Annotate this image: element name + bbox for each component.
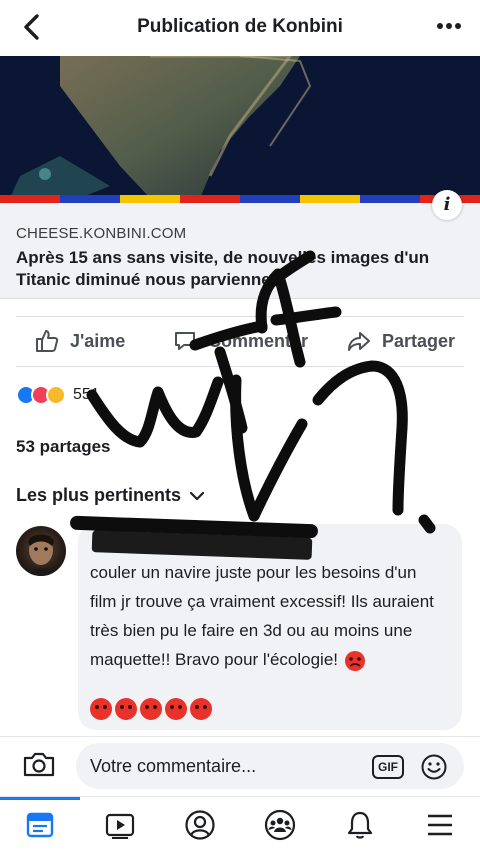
angry-face-icon	[345, 650, 366, 671]
divider	[16, 366, 464, 367]
comment-button[interactable]: Commenter	[172, 318, 308, 364]
more-options-button[interactable]	[432, 10, 466, 40]
angry-face-icon	[165, 698, 187, 720]
stripe-segment	[360, 195, 420, 203]
news-feed-icon	[26, 812, 54, 838]
divider	[16, 316, 464, 317]
comment-composer: Votre commentaire... GIF	[0, 736, 480, 792]
shares-count[interactable]: 53 partages	[16, 437, 111, 457]
link-preview-card[interactable]: CHEESE.KONBINI.COM Après 15 ans sans vis…	[0, 203, 480, 299]
share-arrow-icon	[348, 332, 370, 351]
stripe-segment	[300, 195, 360, 203]
post-actions: J'aime Commenter Partager	[0, 318, 480, 364]
comment-text-body: couler un navire juste pour les besoins …	[90, 563, 434, 669]
tab-profile[interactable]	[180, 807, 220, 843]
share-label: Partager	[382, 330, 456, 351]
comment-icon	[175, 332, 195, 350]
active-tab-indicator	[0, 797, 80, 800]
hamburger-menu-icon	[428, 814, 452, 836]
angry-face-icon	[190, 698, 212, 720]
comment-label: Commenter	[208, 330, 309, 351]
comment-sort-dropdown[interactable]: Les plus pertinents	[16, 485, 205, 506]
comment-input-placeholder: Votre commentaire...	[90, 756, 257, 776]
bottom-navigation	[0, 796, 480, 853]
share-button[interactable]: Partager	[346, 318, 455, 364]
wow-reaction-icon	[46, 385, 66, 405]
like-label: J'aime	[70, 330, 126, 351]
emoji-row	[90, 698, 212, 720]
avatar[interactable]	[16, 526, 66, 576]
emoji-smile-icon[interactable]	[420, 753, 448, 781]
top-bar: Publication de Konbini	[0, 0, 480, 56]
stripe-segment	[120, 195, 180, 203]
info-icon[interactable]: i	[432, 190, 462, 220]
stripe-segment	[180, 195, 240, 203]
comment-text: couler un navire juste pour les besoins …	[90, 558, 442, 674]
video-play-icon	[105, 813, 135, 839]
camera-icon	[23, 752, 55, 777]
link-domain: CHEESE.KONBINI.COM	[16, 225, 187, 242]
bell-icon	[347, 811, 373, 839]
profile-icon	[185, 810, 215, 840]
reactions-summary[interactable]: 551	[16, 383, 100, 407]
angry-face-icon	[90, 698, 112, 720]
tab-watch[interactable]	[100, 807, 140, 843]
groups-icon	[264, 809, 296, 841]
stripe-segment	[0, 195, 60, 203]
comment-input[interactable]: Votre commentaire... GIF	[76, 743, 464, 789]
color-stripe	[0, 195, 480, 203]
tab-notifications[interactable]	[340, 807, 380, 843]
chevron-down-icon	[189, 491, 205, 500]
ellipsis-icon	[437, 23, 461, 29]
titanic-wreck-image	[0, 56, 480, 198]
article-image[interactable]	[0, 56, 480, 198]
stripe-segment	[240, 195, 300, 203]
stripe-segment	[60, 195, 120, 203]
redacted-author-name	[91, 530, 313, 560]
sort-label: Les plus pertinents	[16, 485, 182, 505]
like-button[interactable]: J'aime	[34, 318, 125, 364]
thumbs-up-icon	[36, 330, 59, 352]
tab-groups[interactable]	[260, 807, 300, 843]
page-title: Publication de Konbini	[137, 16, 343, 37]
link-headline: Après 15 ans sans visite, de nouvelles i…	[16, 248, 430, 289]
profile-photo	[24, 534, 58, 576]
tab-menu[interactable]	[420, 807, 460, 843]
comment-bubble[interactable]: couler un navire juste pour les besoins …	[78, 524, 462, 730]
gif-button[interactable]: GIF	[372, 755, 404, 779]
tab-feed[interactable]	[20, 807, 60, 843]
reactions-count: 551	[73, 386, 100, 403]
camera-button[interactable]	[22, 749, 56, 784]
angry-face-icon	[115, 698, 137, 720]
angry-face-icon	[140, 698, 162, 720]
